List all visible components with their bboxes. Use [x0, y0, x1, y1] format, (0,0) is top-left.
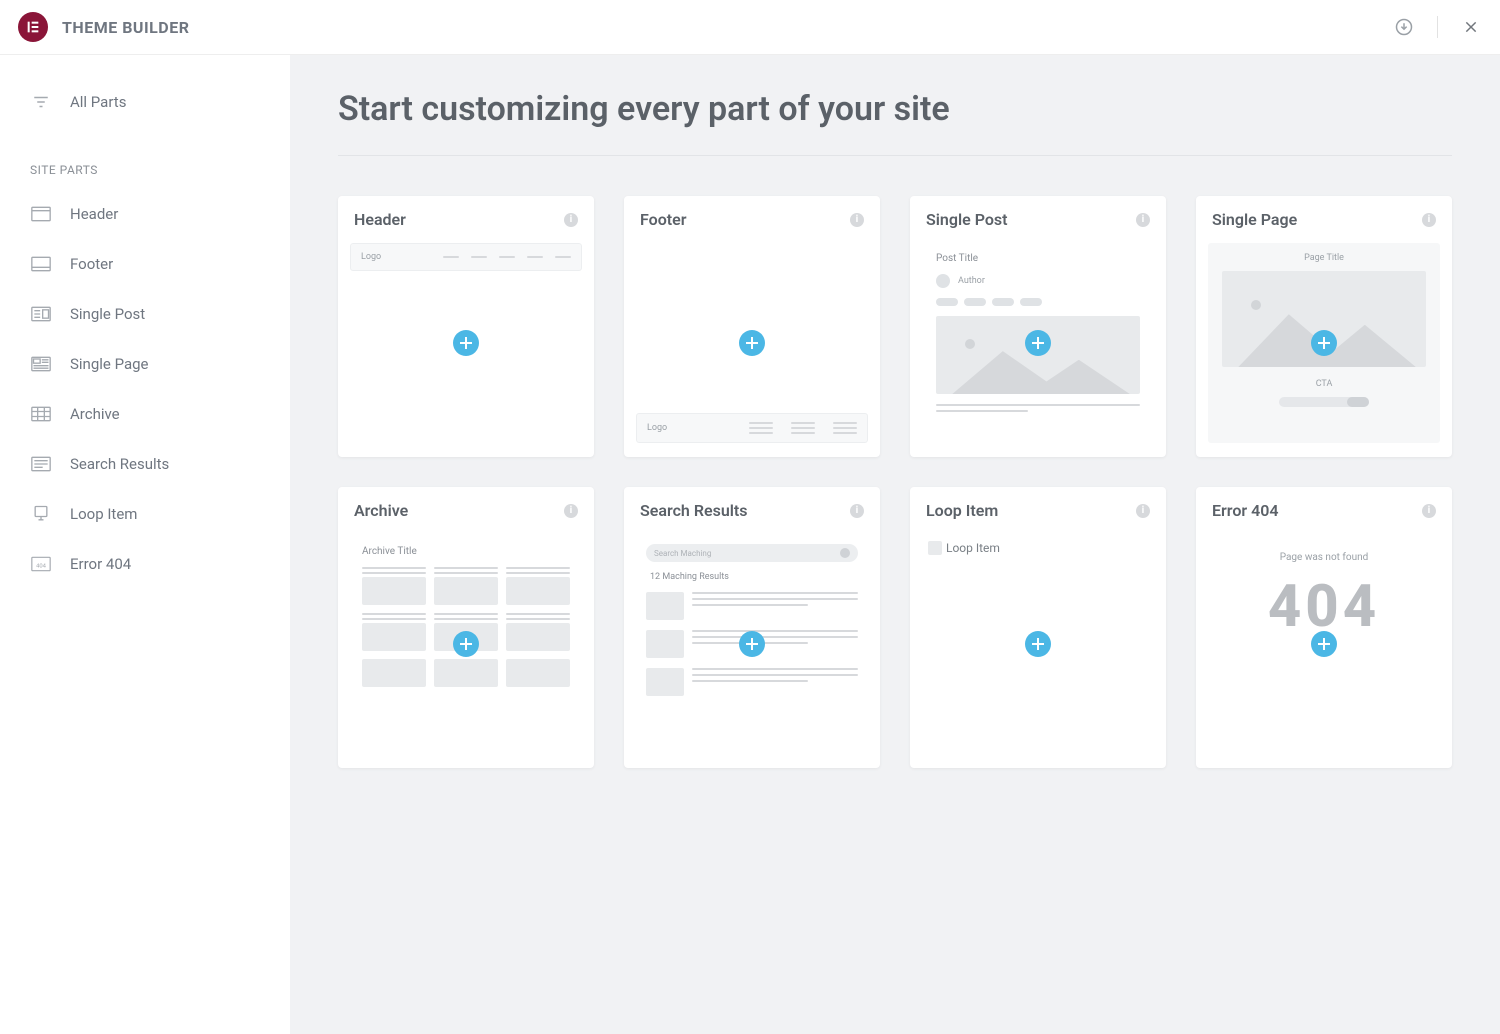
card-loop-item[interactable]: Loop Item i Loop Item	[910, 487, 1166, 768]
sidebar-all-parts-label: All Parts	[70, 93, 126, 111]
separator	[1437, 16, 1438, 38]
card-single-post[interactable]: Single Post i Post Title Author	[910, 196, 1166, 457]
sidebar-item-label: Loop Item	[70, 505, 137, 523]
sidebar-item-header[interactable]: Header	[0, 189, 290, 239]
avatar-icon	[936, 274, 950, 288]
sidebar-item-single-post[interactable]: Single Post	[0, 289, 290, 339]
topbar: THEME BUILDER	[0, 0, 1500, 55]
card-preview-search-results: Search Maching 12 Maching Results	[636, 534, 868, 754]
info-icon[interactable]: i	[850, 504, 864, 518]
footer-part-icon	[30, 253, 52, 275]
broken-image-icon: Loop Item	[928, 541, 1000, 555]
sidebar-all-parts[interactable]: All Parts	[0, 77, 290, 127]
sidebar-item-label: Archive	[70, 405, 120, 423]
preview-page-title: Page Title	[1304, 253, 1344, 263]
sidebar-item-label: Search Results	[70, 455, 169, 473]
preview-author-label: Author	[958, 276, 985, 286]
card-footer[interactable]: Footer i Logo	[624, 196, 880, 457]
add-single-post-button[interactable]	[1025, 330, 1051, 356]
preview-cta-label: CTA	[1316, 379, 1333, 389]
card-preview-header: Logo	[350, 243, 582, 443]
app-title: THEME BUILDER	[62, 18, 189, 37]
add-error-404-button[interactable]	[1311, 631, 1337, 657]
card-preview-single-page: Page Title CTA	[1208, 243, 1440, 443]
sidebar-item-footer[interactable]: Footer	[0, 239, 290, 289]
sidebar-item-label: Error 404	[70, 555, 131, 573]
card-title: Archive	[354, 501, 408, 520]
add-single-page-button[interactable]	[1311, 330, 1337, 356]
card-title: Header	[354, 210, 406, 229]
card-archive[interactable]: Archive i Archive Title	[338, 487, 594, 768]
close-icon[interactable]	[1460, 16, 1482, 38]
preview-logo-label: Logo	[361, 252, 381, 262]
cards-grid: Header i Logo Footer i	[338, 196, 1452, 768]
preview-archive-title: Archive Title	[362, 546, 570, 557]
single-post-part-icon	[30, 303, 52, 325]
card-title: Loop Item	[926, 501, 998, 520]
search-results-part-icon	[30, 453, 52, 475]
loop-item-part-icon	[30, 503, 52, 525]
single-page-part-icon	[30, 353, 52, 375]
card-header[interactable]: Header i Logo	[338, 196, 594, 457]
sidebar-item-label: Header	[70, 205, 118, 223]
card-single-page[interactable]: Single Page i Page Title CTA	[1196, 196, 1452, 457]
error-404-part-icon: 404	[30, 553, 52, 575]
sidebar-item-search-results[interactable]: Search Results	[0, 439, 290, 489]
add-footer-button[interactable]	[739, 330, 765, 356]
brand: THEME BUILDER	[18, 12, 189, 42]
add-archive-button[interactable]	[453, 631, 479, 657]
card-error-404[interactable]: Error 404 i Page was not found 404	[1196, 487, 1452, 768]
sidebar-item-label: Single Post	[70, 305, 145, 323]
page-title: Start customizing every part of your sit…	[338, 89, 1452, 156]
search-submit-icon	[840, 548, 850, 558]
add-loop-item-button[interactable]	[1025, 631, 1051, 657]
info-icon[interactable]: i	[1136, 504, 1150, 518]
layout: All Parts SITE PARTS Header Footer Singl…	[0, 55, 1500, 1034]
archive-part-icon	[30, 403, 52, 425]
preview-results-count: 12 Maching Results	[646, 572, 858, 582]
preview-post-title: Post Title	[936, 253, 1140, 264]
card-title: Single Post	[926, 210, 1008, 229]
preview-search-placeholder: Search Maching	[654, 549, 711, 558]
info-icon[interactable]: i	[1136, 213, 1150, 227]
info-icon[interactable]: i	[564, 504, 578, 518]
header-part-icon	[30, 203, 52, 225]
card-title: Single Page	[1212, 210, 1297, 229]
info-icon[interactable]: i	[850, 213, 864, 227]
sidebar-item-archive[interactable]: Archive	[0, 389, 290, 439]
info-icon[interactable]: i	[564, 213, 578, 227]
card-preview-footer: Logo	[636, 243, 868, 443]
sidebar-item-loop-item[interactable]: Loop Item	[0, 489, 290, 539]
add-search-results-button[interactable]	[739, 631, 765, 657]
card-preview-error-404: Page was not found 404	[1208, 534, 1440, 754]
card-title: Error 404	[1212, 501, 1279, 520]
preview-logo-label: Logo	[647, 423, 667, 433]
topbar-actions	[1393, 16, 1482, 38]
download-icon[interactable]	[1393, 16, 1415, 38]
preview-404-message: Page was not found	[1280, 552, 1369, 563]
filter-icon	[30, 91, 52, 113]
card-search-results[interactable]: Search Results i Search Maching 12 Machi…	[624, 487, 880, 768]
card-preview-loop-item: Loop Item	[922, 534, 1154, 754]
add-header-button[interactable]	[453, 330, 479, 356]
preview-loop-alt: Loop Item	[946, 541, 1000, 555]
info-icon[interactable]: i	[1422, 504, 1436, 518]
svg-text:404: 404	[36, 563, 47, 569]
sidebar-item-label: Footer	[70, 255, 113, 273]
card-title: Search Results	[640, 501, 748, 520]
card-preview-archive: Archive Title	[350, 534, 582, 754]
elementor-logo-icon	[18, 12, 48, 42]
sidebar-section-label: SITE PARTS	[0, 127, 290, 189]
card-title: Footer	[640, 210, 686, 229]
sidebar-item-error-404[interactable]: 404 Error 404	[0, 539, 290, 589]
sidebar-item-label: Single Page	[70, 355, 149, 373]
sidebar-item-single-page[interactable]: Single Page	[0, 339, 290, 389]
sidebar: All Parts SITE PARTS Header Footer Singl…	[0, 55, 290, 1034]
info-icon[interactable]: i	[1422, 213, 1436, 227]
card-preview-single-post: Post Title Author	[922, 243, 1154, 443]
main: Start customizing every part of your sit…	[290, 55, 1500, 1034]
